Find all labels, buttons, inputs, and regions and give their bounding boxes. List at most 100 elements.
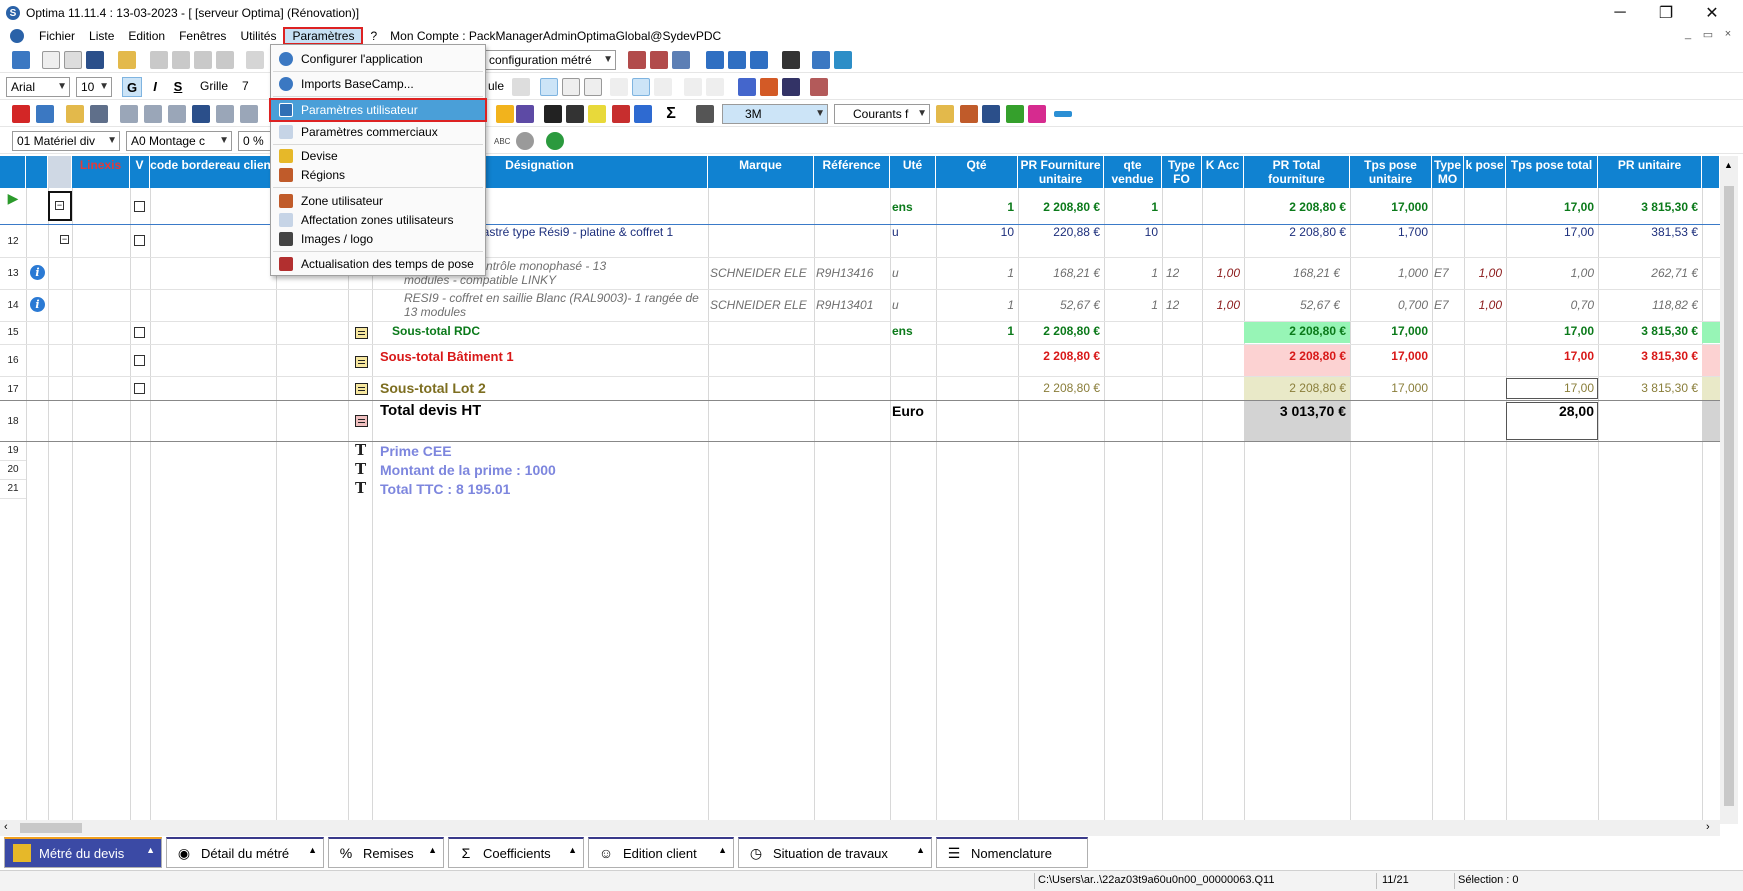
- close-button[interactable]: ✕: [1689, 0, 1735, 26]
- header-tps-pose-total[interactable]: Tps pose total: [1506, 156, 1598, 188]
- row-19-designation[interactable]: Prime CEE: [380, 443, 452, 459]
- menu-edition[interactable]: Edition: [121, 27, 172, 45]
- menu-fichier[interactable]: Fichier: [32, 27, 82, 45]
- open-folder-icon[interactable]: [118, 51, 136, 69]
- menu-item-parametres-commerciaux[interactable]: Paramètres commerciaux: [271, 122, 485, 142]
- level-2-icon[interactable]: [144, 105, 162, 123]
- montage-select[interactable]: A0 Montage c ▼: [126, 131, 232, 151]
- border-mid-icon[interactable]: [562, 78, 580, 96]
- tab-caret-icon[interactable]: ▲: [916, 845, 925, 855]
- bar-icon[interactable]: [1054, 111, 1072, 117]
- horizontal-scroll-thumb[interactable]: [20, 823, 82, 833]
- indent-icon[interactable]: [684, 78, 702, 96]
- header-qte[interactable]: Qté: [936, 156, 1018, 188]
- print-icon[interactable]: [810, 78, 828, 96]
- outdent-icon[interactable]: [706, 78, 724, 96]
- level-1-icon[interactable]: [120, 105, 138, 123]
- italic-button[interactable]: I: [145, 77, 165, 97]
- row-12-designation[interactable]: ncastré type Rési9 - platine & coffret 1: [470, 225, 706, 239]
- materiel-select[interactable]: 01 Matériel div ▼: [12, 131, 120, 151]
- header-type-mo[interactable]: Type MO: [1432, 156, 1464, 188]
- tools-icon[interactable]: [782, 51, 800, 69]
- worker-icon[interactable]: [516, 105, 534, 123]
- menu-help[interactable]: ?: [363, 27, 384, 45]
- undo-icon[interactable]: [246, 51, 264, 69]
- windows-icon[interactable]: [12, 51, 30, 69]
- row-12-checkbox[interactable]: [134, 235, 145, 246]
- header-k-pose[interactable]: k pose: [1464, 156, 1506, 188]
- header-qte-vendue[interactable]: qte vendue: [1104, 156, 1162, 188]
- info-icon[interactable]: i: [30, 265, 45, 280]
- row-17-checkbox[interactable]: [134, 383, 145, 394]
- save-icon[interactable]: [86, 51, 104, 69]
- row-16-checkbox[interactable]: [134, 355, 145, 366]
- tab-detail-du-metre[interactable]: ◉ Détail du métré ▲: [166, 837, 324, 868]
- row-0-checkbox[interactable]: [134, 201, 145, 212]
- header-marque[interactable]: Marque: [708, 156, 814, 188]
- level-5-icon[interactable]: [216, 105, 234, 123]
- border-bottom-icon[interactable]: [584, 78, 602, 96]
- row-20-designation[interactable]: Montant de la prime : 1000: [380, 462, 556, 478]
- scroll-left-icon[interactable]: ‹: [4, 821, 8, 833]
- move-top-icon[interactable]: [706, 51, 724, 69]
- vertical-scrollbar[interactable]: ▲: [1720, 156, 1738, 824]
- settings-gray-icon[interactable]: [516, 132, 534, 150]
- header-filter-icon[interactable]: [48, 156, 72, 188]
- notes-icon[interactable]: [588, 105, 606, 123]
- sort-icon[interactable]: [90, 105, 108, 123]
- menu-utilites[interactable]: Utilités: [233, 27, 283, 45]
- menu-item-configurer-application[interactable]: Configurer l'application: [271, 49, 485, 69]
- tab-caret-icon[interactable]: ▲: [428, 845, 437, 855]
- header-reference[interactable]: Référence: [814, 156, 890, 188]
- tab-remises[interactable]: % Remises ▲: [328, 837, 444, 868]
- row-15-designation[interactable]: Sous-total RDC: [392, 324, 480, 338]
- move-updown-icon[interactable]: [750, 51, 768, 69]
- info-icon[interactable]: i: [30, 297, 45, 312]
- sigma-icon[interactable]: Σ: [662, 105, 680, 123]
- binoculars-icon[interactable]: [696, 105, 714, 123]
- row-17-designation[interactable]: Sous-total Lot 2: [380, 380, 486, 396]
- menu-fenetres[interactable]: Fenêtres: [172, 27, 233, 45]
- transfer-icon[interactable]: [982, 105, 1000, 123]
- menu-item-imports-basecamp[interactable]: Imports BaseCamp...: [271, 74, 485, 94]
- tab-caret-icon[interactable]: ▲: [308, 845, 317, 855]
- menu-item-devise[interactable]: Devise: [271, 146, 485, 166]
- menu-item-parametres-utilisateur[interactable]: Paramètres utilisateur: [269, 98, 487, 122]
- collapse-icon[interactable]: −: [60, 235, 69, 244]
- font-size-select[interactable]: 10 ▼: [76, 77, 112, 97]
- users-icon[interactable]: [960, 105, 978, 123]
- spellcheck-button[interactable]: ABC: [494, 137, 510, 146]
- header-linexis[interactable]: Linexis: [72, 156, 130, 188]
- format-icon[interactable]: [216, 51, 234, 69]
- refresh-icon[interactable]: [634, 105, 652, 123]
- row-18-designation[interactable]: Total devis HT: [380, 402, 481, 419]
- text-icon[interactable]: [544, 105, 562, 123]
- font-select[interactable]: Arial ▼: [6, 77, 70, 97]
- font-color-icon[interactable]: [738, 78, 756, 96]
- vertical-scroll-thumb[interactable]: [1724, 186, 1734, 806]
- header-type-fo[interactable]: Type FO: [1162, 156, 1202, 188]
- level-6-icon[interactable]: [240, 105, 258, 123]
- copy-document-icon[interactable]: [64, 51, 82, 69]
- scroll-up-icon[interactable]: ▲: [1724, 160, 1733, 170]
- menu-item-images-logo[interactable]: Images / logo: [271, 229, 485, 249]
- tab-caret-icon[interactable]: ▲: [568, 845, 577, 855]
- header-pr-total-fourniture[interactable]: PR Total fourniture: [1244, 156, 1350, 188]
- mdi-restore-button[interactable]: ▭: [1699, 28, 1717, 41]
- window-icon[interactable]: [36, 105, 54, 123]
- mdi-close-button[interactable]: ×: [1719, 28, 1737, 40]
- level-4-icon[interactable]: [192, 105, 210, 123]
- header-ute[interactable]: Uté: [890, 156, 936, 188]
- horizontal-scrollbar[interactable]: ‹ ›: [0, 820, 1720, 836]
- calculator-icon[interactable]: [628, 51, 646, 69]
- row-14-designation[interactable]: RESI9 - coffret en saillie Blanc (RAL900…: [404, 291, 706, 305]
- copy-icon[interactable]: [172, 51, 190, 69]
- header-v[interactable]: V: [130, 156, 150, 188]
- border-top-icon[interactable]: [540, 78, 558, 96]
- tab-coefficients[interactable]: Σ Coefficients ▲: [448, 837, 584, 868]
- tab-nomenclature[interactable]: ☰ Nomenclature: [936, 837, 1088, 868]
- hand-icon[interactable]: [496, 105, 514, 123]
- folder-open-icon[interactable]: [936, 105, 954, 123]
- tab-caret-icon[interactable]: ▲: [718, 845, 727, 855]
- level-3-icon[interactable]: [168, 105, 186, 123]
